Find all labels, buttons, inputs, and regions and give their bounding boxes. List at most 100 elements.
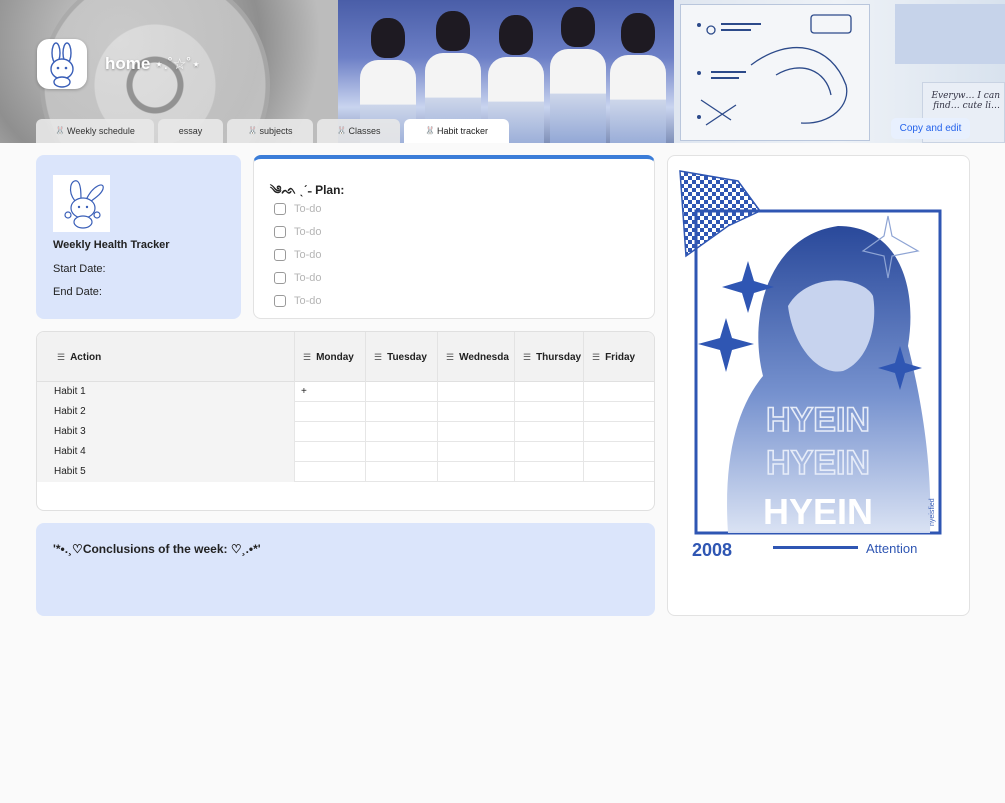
artwork-caption: Attention — [866, 541, 917, 556]
table-cell[interactable] — [584, 462, 654, 482]
column-header-wednesday[interactable]: ☰ Wednesda — [438, 332, 515, 382]
blue-sticker-image — [895, 4, 1005, 64]
table-cell[interactable] — [295, 422, 366, 442]
table-cell[interactable] — [366, 382, 438, 402]
info-card: Weekly Health Tracker Start Date: End Da… — [36, 155, 241, 319]
checkbox[interactable] — [274, 226, 286, 238]
avatar[interactable] — [37, 39, 87, 89]
table-cell[interactable] — [295, 462, 366, 482]
todo-item[interactable]: To-do — [274, 249, 322, 261]
tab-classes[interactable]: 🐰 Classes — [317, 119, 400, 143]
tab-label: Weekly schedule — [67, 126, 135, 136]
copy-and-edit-button[interactable]: Copy and edit — [891, 118, 970, 139]
checkbox[interactable] — [274, 249, 286, 261]
table-cell[interactable] — [584, 402, 654, 422]
page-title-decoration: ⋆.˚☆˚⋆ — [154, 56, 201, 73]
habit-name-cell[interactable]: Habit 4 — [37, 442, 295, 462]
conclusions-title: '*•.¸♡Conclusions of the week: ♡¸.•*' — [53, 542, 261, 556]
page-title: home ⋆.˚☆˚⋆ — [105, 54, 201, 74]
artist-name: HYEIN — [763, 491, 873, 532]
todo-label[interactable]: To-do — [294, 226, 322, 238]
page-title-text: home — [105, 54, 151, 73]
column-header-label: Friday — [605, 351, 636, 363]
bunny-icon — [50, 42, 74, 88]
habit-name-cell[interactable]: Habit 3 — [37, 422, 295, 442]
table-row: Habit 1 + — [37, 382, 654, 402]
todo-label[interactable]: To-do — [294, 272, 322, 284]
text-column-icon: ☰ — [374, 351, 383, 362]
tab-bar: 🐰 Weekly schedule essay 🐰 subjects 🐰 Classe… — [36, 119, 509, 143]
table-cell[interactable] — [295, 442, 366, 462]
tab-label: subjects — [259, 126, 293, 136]
column-header-friday[interactable]: ☰ Friday — [584, 332, 654, 382]
column-header-action[interactable]: ☰ Action — [37, 332, 295, 382]
todo-item[interactable]: To-do — [274, 272, 322, 284]
table-row: Habit 2 — [37, 402, 654, 422]
habit-name-cell[interactable]: Habit 2 — [37, 402, 295, 422]
sticker-text: Everyw… I can find… cute li… — [931, 91, 1000, 111]
table-row: Habit 3 — [37, 422, 654, 442]
tab-weekly-schedule[interactable]: 🐰 Weekly schedule — [36, 119, 154, 143]
table-cell[interactable] — [584, 382, 654, 402]
table-header: ☰ Action ☰ Monday ☰ Tuesday ☰ Wednesda ☰ Thur… — [37, 332, 654, 382]
table-cell[interactable] — [438, 382, 515, 402]
end-date-label[interactable]: End Date: — [53, 286, 102, 298]
add-entry-button[interactable]: + — [295, 382, 366, 402]
table-cell[interactable] — [366, 462, 438, 482]
tab-label: Habit tracker — [436, 126, 488, 136]
artwork-credit: nyeisfied — [929, 498, 936, 526]
instruction-sheet-image — [680, 4, 870, 141]
conclusions-card[interactable]: '*•.¸♡Conclusions of the week: ♡¸.•*' — [36, 523, 655, 616]
table-cell[interactable] — [515, 462, 584, 482]
tab-habit-tracker[interactable]: 🐰 Habit tracker — [404, 119, 509, 143]
todo-item[interactable]: To-do — [274, 295, 322, 307]
column-header-thursday[interactable]: ☰ Thursday — [515, 332, 584, 382]
todo-label[interactable]: To-do — [294, 249, 322, 261]
todo-label[interactable]: To-do — [294, 295, 322, 307]
artwork-card: HYEIN HYEIN HYEIN nyeisfied 2008 Attenti… — [667, 155, 970, 616]
hyein-poster-image: HYEIN HYEIN HYEIN nyeisfied 2008 Attenti… — [679, 170, 942, 560]
table-cell[interactable] — [438, 402, 515, 422]
habit-name-cell[interactable]: Habit 1 — [37, 382, 295, 402]
table-cell[interactable] — [438, 422, 515, 442]
table-cell[interactable] — [515, 382, 584, 402]
table-cell[interactable] — [515, 442, 584, 462]
checkbox[interactable] — [274, 272, 286, 284]
plan-card: ༄ᨒ ˎˊ˗ Plan: To-do To-do To-do To-do To-… — [253, 155, 655, 319]
text-column-icon: ☰ — [523, 351, 532, 362]
text-column-icon: ☰ — [57, 351, 66, 362]
checkbox[interactable] — [274, 295, 286, 307]
habit-table: ☰ Action ☰ Monday ☰ Tuesday ☰ Wednesda ☰ Thur… — [36, 331, 655, 511]
bunny-icon: 🐰 — [336, 126, 347, 135]
tracker-title: Weekly Health Tracker — [53, 239, 170, 251]
checkbox[interactable] — [274, 203, 286, 215]
bunny-sticker — [53, 175, 110, 232]
bunny-icon: 🐰 — [425, 126, 435, 135]
column-header-label: Thursday — [536, 351, 582, 363]
tab-essay[interactable]: essay — [158, 119, 223, 143]
table-cell[interactable] — [366, 442, 438, 462]
column-header-monday[interactable]: ☰ Monday — [295, 332, 366, 382]
bunny-icon: 🐰 — [55, 126, 66, 135]
todo-item[interactable]: To-do — [274, 203, 322, 215]
tab-subjects[interactable]: 🐰 subjects — [227, 119, 313, 143]
table-cell[interactable] — [515, 422, 584, 442]
table-cell[interactable] — [438, 442, 515, 462]
table-row: Habit 4 — [37, 442, 654, 462]
table-cell[interactable] — [366, 402, 438, 422]
table-cell[interactable] — [584, 442, 654, 462]
text-column-icon: ☰ — [303, 351, 312, 362]
start-date-label[interactable]: Start Date: — [53, 263, 106, 275]
table-cell[interactable] — [295, 402, 366, 422]
habit-name-cell[interactable]: Habit 5 — [37, 462, 295, 482]
column-header-label: Monday — [316, 351, 354, 363]
table-cell[interactable] — [515, 402, 584, 422]
table-cell[interactable] — [366, 422, 438, 442]
text-column-icon: ☰ — [592, 351, 601, 362]
artwork-year: 2008 — [692, 540, 732, 560]
table-cell[interactable] — [584, 422, 654, 442]
table-cell[interactable] — [438, 462, 515, 482]
todo-label[interactable]: To-do — [294, 203, 322, 215]
column-header-tuesday[interactable]: ☰ Tuesday — [366, 332, 438, 382]
todo-item[interactable]: To-do — [274, 226, 322, 238]
